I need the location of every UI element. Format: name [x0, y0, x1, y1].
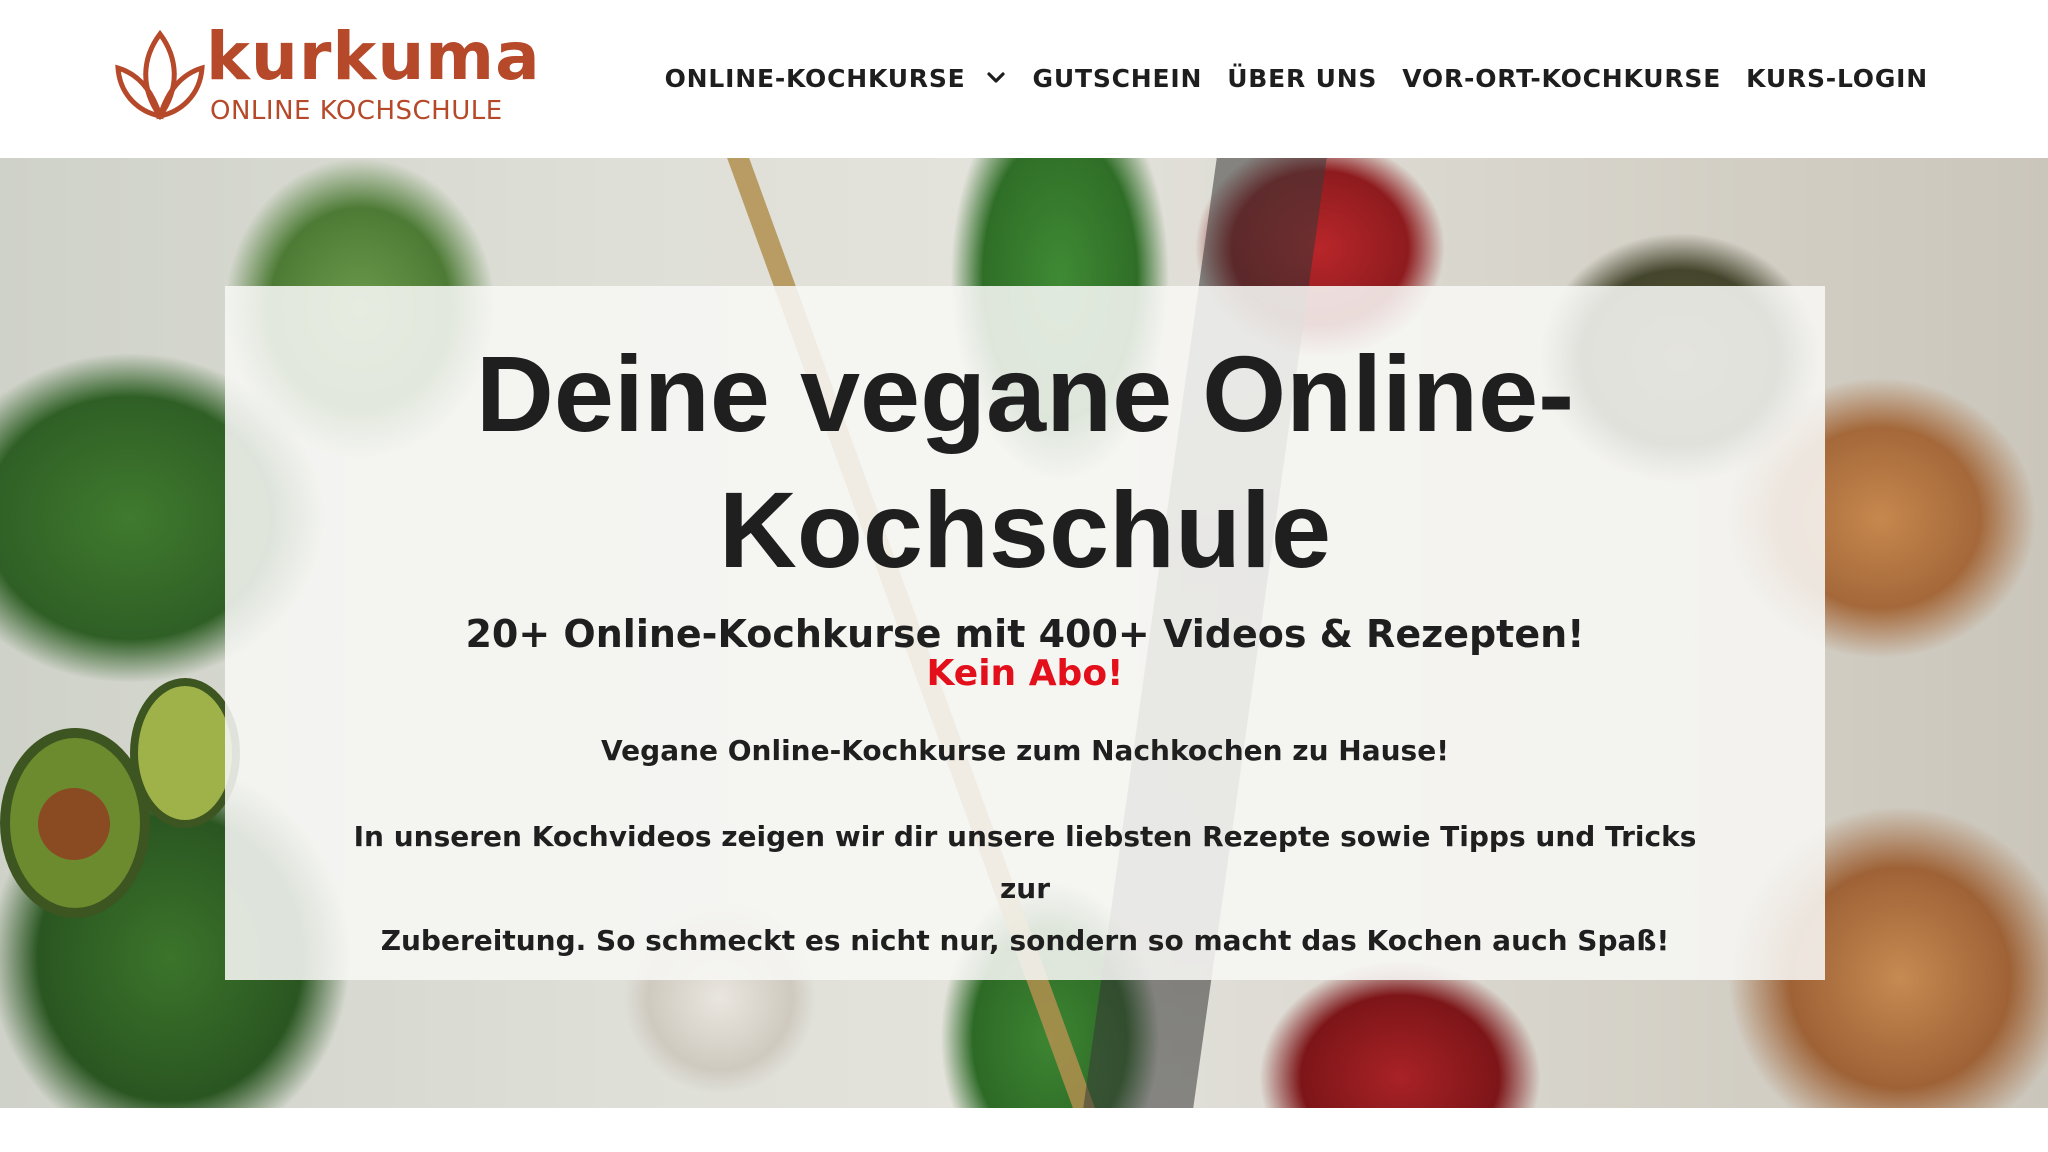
- hero-title-line2: Kochschule: [718, 469, 1332, 590]
- hero-background-decor: [0, 728, 150, 918]
- hero-section: Deine vegane Online- Kochschule 20+ Onli…: [0, 158, 2048, 1108]
- brand-name: kurkuma: [206, 18, 541, 95]
- nav-vor-ort-kochkurse[interactable]: VOR-ORT-KOCHKURSE: [1402, 64, 1721, 93]
- hero-content-box: Deine vegane Online- Kochschule 20+ Onli…: [225, 286, 1825, 980]
- nav-gutschein[interactable]: GUTSCHEIN: [1033, 64, 1203, 93]
- chevron-down-icon[interactable]: [984, 66, 1008, 90]
- kurkuma-logo[interactable]: kurkuma ONLINE KOCHSCHULE: [112, 24, 540, 130]
- hero-subtitle: 20+ Online-Kochkurse mit 400+ Videos & R…: [465, 612, 1585, 656]
- nav-kurs-login[interactable]: KURS-LOGIN: [1746, 64, 1928, 93]
- nav-label: ONLINE-KOCHKURSE: [664, 63, 966, 93]
- hero-highlight: Kein Abo!: [926, 653, 1124, 694]
- site-header: kurkuma ONLINE KOCHSCHULE ONLINE-KOCHKUR…: [0, 0, 2048, 158]
- hero-title: Deine vegane Online- Kochschule: [225, 326, 1825, 598]
- hero-description-line2: Zubereitung. So schmeckt es nicht nur, s…: [380, 924, 1670, 957]
- hero-description: In unseren Kochvideos zeigen wir dir uns…: [335, 811, 1715, 967]
- leaf-logo-icon: [115, 30, 205, 121]
- hero-tagline: Vegane Online-Kochkurse zum Nachkochen z…: [601, 734, 1449, 767]
- page-below-hero: [0, 1108, 2048, 1152]
- main-nav: ONLINE-KOCHKURSE GUTSCHEIN ÜBER UNS VOR-…: [665, 58, 1928, 98]
- nav-online-kochkurse[interactable]: ONLINE-KOCHKURSE: [665, 64, 1008, 93]
- hero-description-line1: In unseren Kochvideos zeigen wir dir uns…: [353, 820, 1697, 905]
- nav-ueber-uns[interactable]: ÜBER UNS: [1227, 64, 1377, 93]
- brand-tagline: ONLINE KOCHSCHULE: [210, 96, 503, 126]
- hero-title-line1: Deine vegane Online-: [475, 333, 1575, 454]
